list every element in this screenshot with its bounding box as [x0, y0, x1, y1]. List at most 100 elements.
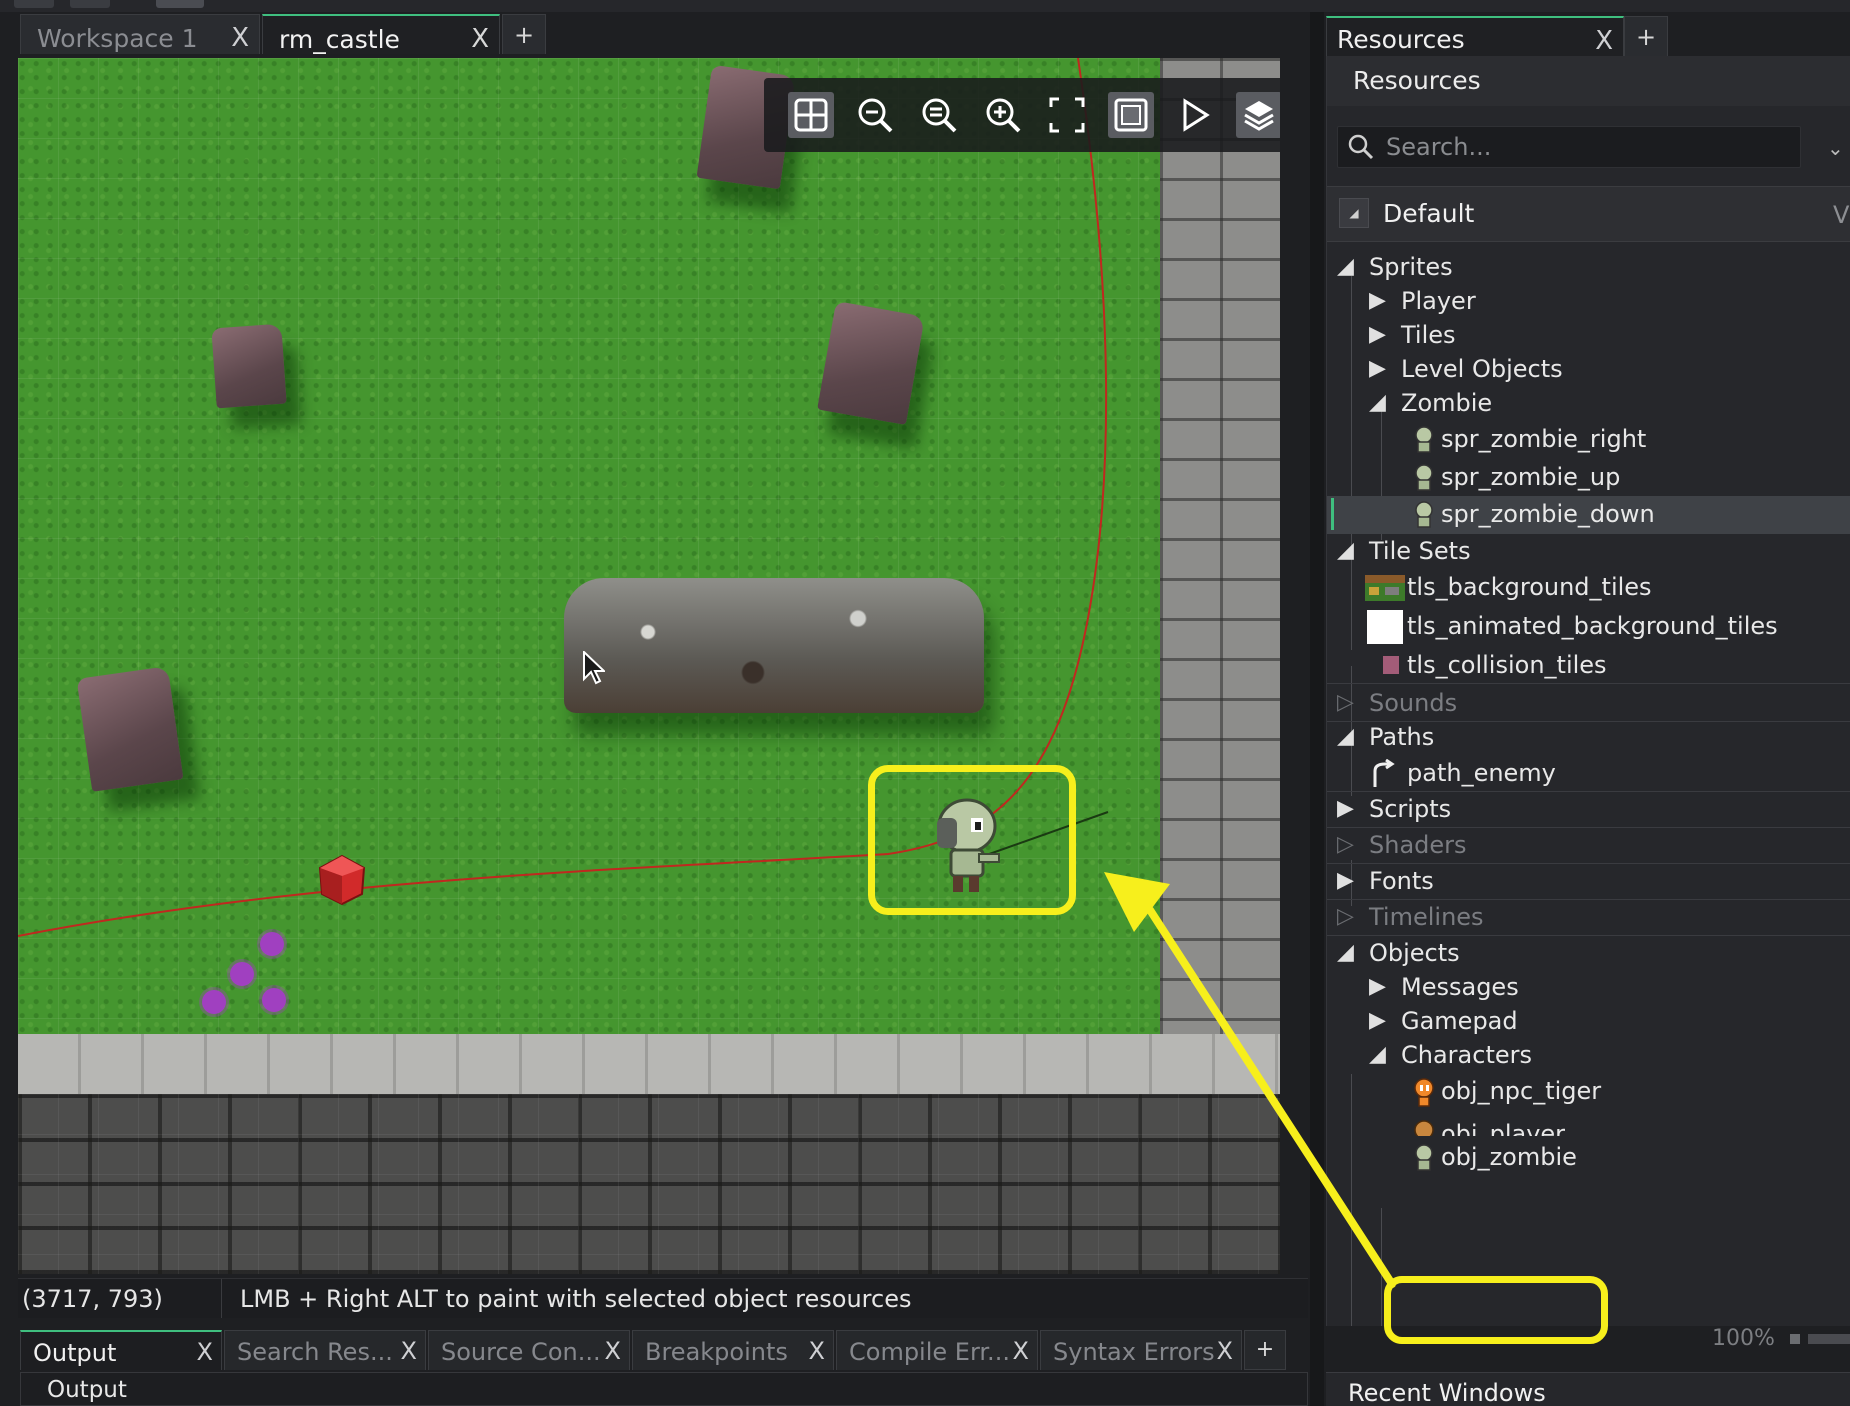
purple-marker[interactable]: [260, 932, 284, 956]
room-canvas[interactable]: [18, 58, 1280, 1274]
status-hint: LMB + Right ALT to paint with selected o…: [240, 1284, 912, 1313]
close-icon[interactable]: X: [231, 23, 249, 53]
resource-tabs: Resources X +: [1326, 16, 1668, 56]
collapsed-triangle-icon: ▶: [1369, 974, 1386, 999]
tombstone[interactable]: [211, 323, 287, 409]
recent-windows-title: Recent Windows: [1348, 1379, 1546, 1406]
tree-folder-fonts[interactable]: ▶ Fonts: [1327, 864, 1850, 900]
tab-label: Resources: [1337, 25, 1465, 54]
tab-label: Workspace 1: [37, 24, 198, 53]
tree-folder-objects[interactable]: ◢ Objects: [1327, 936, 1850, 972]
tree-folder-timelines[interactable]: ▷ Timelines: [1327, 900, 1850, 936]
cursor-coordinates: (3717, 793): [18, 1279, 222, 1318]
tree-guide: [1381, 1208, 1382, 1326]
play-icon[interactable]: [1172, 92, 1218, 138]
tab-source-control[interactable]: Source Con... X: [428, 1330, 630, 1370]
close-icon[interactable]: X: [401, 1337, 417, 1365]
tree-folder-sprites[interactable]: ◢ Sprites: [1327, 250, 1850, 286]
tree-folder-tile-sets[interactable]: ◢ Tile Sets: [1327, 534, 1850, 570]
zoom-out-icon[interactable]: [852, 92, 898, 138]
tab-breakpoints[interactable]: Breakpoints X: [632, 1330, 834, 1370]
tab-output[interactable]: Output X: [20, 1330, 222, 1370]
layers-icon[interactable]: [1236, 92, 1280, 138]
fullscreen-icon[interactable]: [1044, 92, 1090, 138]
tree-folder-gamepad[interactable]: ▶ Gamepad: [1327, 1004, 1850, 1040]
zoom-slider-track[interactable]: [1808, 1334, 1850, 1344]
close-icon[interactable]: X: [809, 1337, 825, 1365]
collapsed-triangle-icon: ▶: [1337, 796, 1354, 821]
rock-wall[interactable]: [564, 578, 984, 713]
tab-syntax-errors[interactable]: Syntax Errors X: [1040, 1330, 1242, 1370]
tab-rm-castle[interactable]: rm_castle X: [262, 14, 500, 54]
search-input[interactable]: [1386, 133, 1786, 161]
purple-marker[interactable]: [202, 990, 226, 1014]
tiger-sprite-icon: [1414, 1078, 1434, 1107]
tab-search-results[interactable]: Search Res... X: [224, 1330, 426, 1370]
tree-item-obj-zombie[interactable]: obj_zombie: [1327, 1140, 1850, 1176]
collapsed-triangle-icon: ▶: [1369, 288, 1386, 313]
menu-stub[interactable]: [156, 0, 204, 8]
tab-compile-errors[interactable]: Compile Err... X: [836, 1330, 1038, 1370]
resource-group-header[interactable]: ◢ Default Vi: [1327, 186, 1850, 242]
zombie-sprite-icon: [1415, 426, 1433, 453]
tree-item-spr-zombie-down[interactable]: spr_zombie_down: [1327, 496, 1850, 534]
close-icon[interactable]: X: [1217, 1337, 1233, 1365]
collapsed-triangle-icon: ▶: [1369, 322, 1386, 347]
tree-folder-sounds[interactable]: ▷ Sounds: [1327, 686, 1850, 722]
tree-item-tls-collision-tiles[interactable]: tls_collision_tiles: [1327, 648, 1850, 684]
tree-folder-messages[interactable]: ▶ Messages: [1327, 970, 1850, 1006]
zoom-level: 100%: [1712, 1326, 1775, 1351]
output-panel: Output: [20, 1372, 1308, 1406]
tree-item-spr-zombie-up[interactable]: spr_zombie_up: [1327, 460, 1850, 496]
zoom-in-icon[interactable]: [980, 92, 1026, 138]
tree-folder-paths[interactable]: ◢ Paths: [1327, 720, 1850, 756]
tree-folder-player[interactable]: ▶ Player: [1327, 284, 1850, 320]
purple-marker[interactable]: [230, 962, 254, 986]
add-tab-button[interactable]: +: [502, 14, 546, 54]
tree-folder-zombie[interactable]: ◢ Zombie: [1327, 386, 1850, 422]
tree-folder-scripts[interactable]: ▶ Scripts: [1327, 792, 1850, 828]
room-toolbar: [764, 78, 1280, 152]
panel-divider[interactable]: [1310, 12, 1324, 1406]
tab-label: rm_castle: [279, 25, 400, 54]
tree-folder-level-objects[interactable]: ▶ Level Objects: [1327, 352, 1850, 388]
expanded-triangle-icon: ◢: [1369, 390, 1386, 415]
tombstone[interactable]: [76, 666, 184, 792]
tree-folder-tiles[interactable]: ▶ Tiles: [1327, 318, 1850, 354]
add-tab-button[interactable]: +: [1244, 1330, 1286, 1370]
close-icon[interactable]: X: [471, 24, 489, 54]
tree-item-tls-animated-background-tiles[interactable]: tls_animated_background_tiles: [1327, 606, 1850, 646]
collapse-all-icon[interactable]: ◢: [1339, 198, 1369, 228]
collapsed-triangle-icon: ▷: [1337, 690, 1354, 715]
tab-workspace-1[interactable]: Workspace 1 X: [20, 14, 260, 54]
tree-folder-shaders[interactable]: ▷ Shaders: [1327, 828, 1850, 864]
close-icon[interactable]: X: [605, 1337, 621, 1365]
chevron-down-icon[interactable]: ⌄: [1827, 136, 1844, 160]
purple-marker[interactable]: [262, 988, 286, 1012]
zombie-sprite-icon: [1415, 1144, 1433, 1171]
tree-folder-characters[interactable]: ◢ Characters: [1327, 1038, 1850, 1074]
close-icon[interactable]: X: [1013, 1337, 1029, 1365]
tree-item-obj-npc-tiger[interactable]: obj_npc_tiger: [1327, 1074, 1850, 1110]
tree-item-obj-player[interactable]: obj_player: [1327, 1110, 1850, 1136]
tree-item-spr-zombie-right[interactable]: spr_zombie_right: [1327, 422, 1850, 458]
tab-resources[interactable]: Resources X: [1326, 16, 1624, 56]
frame-icon[interactable]: [1108, 92, 1154, 138]
grid-toggle-icon[interactable]: [788, 92, 834, 138]
tree-item-tls-background-tiles[interactable]: tls_background_tiles: [1327, 570, 1850, 606]
player-sprite-icon: [1414, 1120, 1434, 1136]
add-tab-button[interactable]: +: [1624, 16, 1668, 56]
close-icon[interactable]: X: [197, 1338, 213, 1366]
menu-stub[interactable]: [70, 0, 110, 8]
stone-wall-right: [1160, 58, 1280, 1034]
close-icon[interactable]: X: [1595, 26, 1613, 56]
tombstone[interactable]: [817, 301, 925, 425]
tab-label: Output: [33, 1339, 117, 1367]
menu-stub[interactable]: [14, 0, 54, 8]
resources-panel: Resources ⌄ ◢ Default Vi ◢Sprites ▶Playe…: [1326, 56, 1850, 1326]
tab-label: Syntax Errors: [1053, 1338, 1215, 1366]
zoom-reset-icon[interactable]: [916, 92, 962, 138]
tree-item-path-enemy[interactable]: path_enemy: [1327, 756, 1850, 792]
red-gem[interactable]: [316, 854, 368, 906]
zoom-slider-handle[interactable]: [1790, 1334, 1800, 1344]
